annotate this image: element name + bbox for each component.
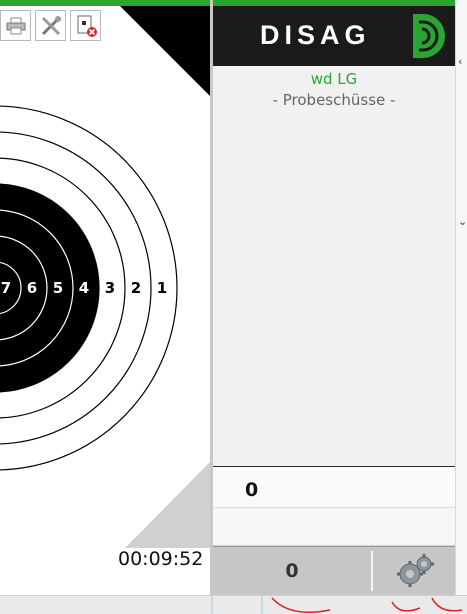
discipline-label: wd LG xyxy=(310,70,358,88)
settings-button[interactable] xyxy=(373,547,455,595)
shot-count-button[interactable]: 0 xyxy=(213,547,371,595)
ring-number-4: 4 xyxy=(79,279,89,297)
chevron-down-icon: ⌄ xyxy=(458,215,467,228)
footer-bar: 0 xyxy=(213,546,455,595)
score-row: 0 xyxy=(213,466,455,508)
elapsed-timer: 00:09:52 xyxy=(118,548,204,570)
total-score: 0 xyxy=(245,479,259,501)
corner-wedge-bottom-right xyxy=(125,462,210,548)
background-window-bottom xyxy=(0,595,467,614)
info-panel: DISAG wd LG - Probeschüsse - 0 0 xyxy=(213,0,455,595)
tools-icon xyxy=(41,15,61,35)
mode-label: - Probeschüsse - xyxy=(272,91,396,109)
brand-logo-mark-icon xyxy=(413,14,445,58)
ring-number-5: 5 xyxy=(53,279,63,297)
background-window-edge: ‹ ⌄ xyxy=(455,0,467,595)
tools-button[interactable] xyxy=(35,10,66,41)
print-icon xyxy=(6,17,25,34)
shooting-target: 7654321 xyxy=(0,6,210,548)
disconnect-button[interactable] xyxy=(70,10,101,41)
corner-wedge-top-right xyxy=(120,6,210,96)
ring-number-6: 6 xyxy=(27,279,37,297)
disconnect-icon xyxy=(77,15,97,37)
series-row xyxy=(213,508,455,546)
background-decoration xyxy=(211,596,463,614)
target-panel: 7654321 00:09:52 xyxy=(0,0,210,595)
gears-icon xyxy=(397,554,434,587)
brand-header: DISAG xyxy=(213,0,455,66)
ring-number-2: 2 xyxy=(131,279,141,297)
brand-logo-text: DISAG xyxy=(260,20,371,50)
ring-number-1: 1 xyxy=(157,279,167,297)
print-button[interactable] xyxy=(0,10,31,41)
ring-number-7: 7 xyxy=(1,279,11,297)
top-accent-bar xyxy=(0,0,210,6)
chevron-left-icon: ‹ xyxy=(458,55,463,68)
ring-number-3: 3 xyxy=(105,279,115,297)
